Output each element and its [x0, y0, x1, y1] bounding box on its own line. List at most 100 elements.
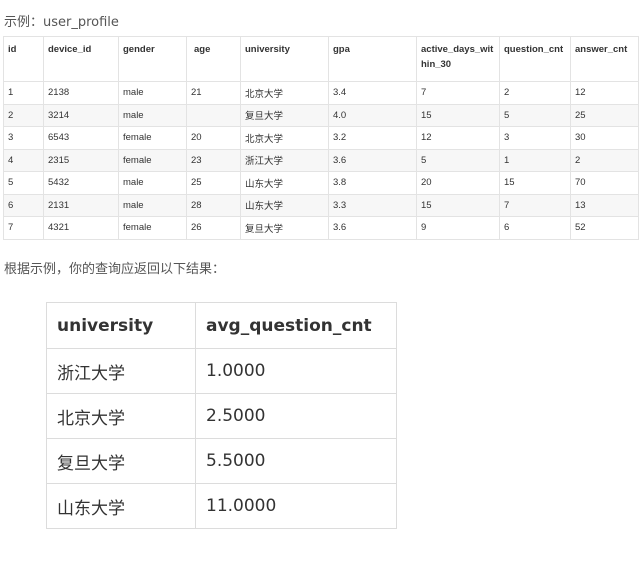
- cell-gpa: 3.6: [328, 216, 417, 240]
- table-row: 4 2315 female 23 浙江大学 3.6 5 1 2: [3, 148, 639, 172]
- cell-age: 20: [186, 126, 241, 150]
- cell-university: 浙江大学: [240, 148, 329, 172]
- cell-question-cnt: 7: [499, 193, 571, 217]
- cell-age: 25: [186, 171, 241, 195]
- header-question-cnt: question_cnt: [499, 36, 571, 82]
- cell-gpa: 3.6: [328, 148, 417, 172]
- cell-device-id: 2138: [43, 81, 119, 105]
- cell-active-days: 15: [416, 103, 500, 127]
- table-row: 1 2138 male 21 北京大学 3.4 7 2 12: [3, 81, 639, 105]
- example-table-header-row: id device_id gender age university gpa a…: [3, 36, 639, 82]
- cell-device-id: 5432: [43, 171, 119, 195]
- cell-active-days: 9: [416, 216, 500, 240]
- header-age: age: [186, 36, 241, 82]
- cell-university: 北京大学: [240, 126, 329, 150]
- cell-gender: female: [118, 126, 187, 150]
- cell-gpa: 3.3: [328, 193, 417, 217]
- cell-age: 23: [186, 148, 241, 172]
- cell-gender: male: [118, 81, 187, 105]
- result-row: 北京大学 2.5000: [46, 393, 397, 439]
- cell-active-days: 5: [416, 148, 500, 172]
- result-table-header-row: university avg_question_cnt: [46, 302, 397, 349]
- cell-answer-cnt: 52: [570, 216, 639, 240]
- cell-age: 26: [186, 216, 241, 240]
- result-row: 山东大学 11.0000: [46, 483, 397, 529]
- example-caption: 示例：user_profile: [4, 15, 119, 30]
- cell-question-cnt: 3: [499, 126, 571, 150]
- header-id: id: [3, 36, 44, 82]
- cell-gpa: 4.0: [328, 103, 417, 127]
- cell-active-days: 12: [416, 126, 500, 150]
- cell-answer-cnt: 2: [570, 148, 639, 172]
- cell-active-days: 20: [416, 171, 500, 195]
- table-row: 6 2131 male 28 山东大学 3.3 15 7 13: [3, 193, 639, 217]
- result-table: university avg_question_cnt 浙江大学 1.0000 北京…: [46, 302, 397, 529]
- cell-age: 28: [186, 193, 241, 217]
- table-row: 3 6543 female 20 北京大学 3.2 12 3 30: [3, 126, 639, 150]
- result-cell-university: 北京大学: [46, 393, 196, 439]
- cell-university: 复旦大学: [240, 216, 329, 240]
- cell-device-id: 4321: [43, 216, 119, 240]
- cell-gpa: 3.4: [328, 81, 417, 105]
- cell-gender: female: [118, 216, 187, 240]
- cell-answer-cnt: 12: [570, 81, 639, 105]
- cell-question-cnt: 1: [499, 148, 571, 172]
- cell-device-id: 2315: [43, 148, 119, 172]
- cell-device-id: 2131: [43, 193, 119, 217]
- cell-question-cnt: 5: [499, 103, 571, 127]
- result-cell-university: 浙江大学: [46, 348, 196, 394]
- cell-answer-cnt: 25: [570, 103, 639, 127]
- header-university: university: [240, 36, 329, 82]
- cell-gpa: 3.2: [328, 126, 417, 150]
- cell-id: 4: [3, 148, 44, 172]
- header-active-days-within-30: active_days_within_30: [416, 36, 500, 82]
- cell-question-cnt: 2: [499, 81, 571, 105]
- table-row: 2 3214 male 复旦大学 4.0 15 5 25: [3, 103, 639, 127]
- table-row: 7 4321 female 26 复旦大学 3.6 9 6 52: [3, 216, 639, 240]
- cell-id: 6: [3, 193, 44, 217]
- header-gender: gender: [118, 36, 187, 82]
- cell-gpa: 3.8: [328, 171, 417, 195]
- cell-id: 3: [3, 126, 44, 150]
- cell-id: 7: [3, 216, 44, 240]
- cell-answer-cnt: 70: [570, 171, 639, 195]
- result-header-avg-question-cnt: avg_question_cnt: [195, 302, 397, 349]
- cell-gender: male: [118, 103, 187, 127]
- cell-university: 复旦大学: [240, 103, 329, 127]
- cell-university: 山东大学: [240, 171, 329, 195]
- cell-device-id: 6543: [43, 126, 119, 150]
- cell-gender: female: [118, 148, 187, 172]
- cell-id: 2: [3, 103, 44, 127]
- cell-answer-cnt: 13: [570, 193, 639, 217]
- result-table-body: 浙江大学 1.0000 北京大学 2.5000 复旦大学 5.5000 山东大学 11.000…: [46, 348, 397, 529]
- result-cell-university: 复旦大学: [46, 438, 196, 484]
- result-cell-university: 山东大学: [46, 483, 196, 529]
- result-caption: 根据示例，你的查询应返回以下结果：: [4, 262, 226, 277]
- result-header-university: university: [46, 302, 196, 349]
- cell-active-days: 15: [416, 193, 500, 217]
- cell-id: 1: [3, 81, 44, 105]
- cell-question-cnt: 6: [499, 216, 571, 240]
- cell-university: 北京大学: [240, 81, 329, 105]
- result-cell-avg-question-cnt: 5.5000: [195, 438, 397, 484]
- result-row: 浙江大学 1.0000: [46, 348, 397, 394]
- cell-question-cnt: 15: [499, 171, 571, 195]
- result-row: 复旦大学 5.5000: [46, 438, 397, 484]
- cell-answer-cnt: 30: [570, 126, 639, 150]
- cell-age: [186, 103, 241, 127]
- cell-id: 5: [3, 171, 44, 195]
- result-cell-avg-question-cnt: 1.0000: [195, 348, 397, 394]
- example-table-body: 1 2138 male 21 北京大学 3.4 7 2 12 2 3214 male 复旦大学 4.0 15…: [3, 81, 639, 240]
- header-device-id: device_id: [43, 36, 119, 82]
- table-row: 5 5432 male 25 山东大学 3.8 20 15 70: [3, 171, 639, 195]
- cell-active-days: 7: [416, 81, 500, 105]
- header-gpa: gpa: [328, 36, 417, 82]
- cell-age: 21: [186, 81, 241, 105]
- result-cell-avg-question-cnt: 11.0000: [195, 483, 397, 529]
- result-cell-avg-question-cnt: 2.5000: [195, 393, 397, 439]
- cell-gender: male: [118, 171, 187, 195]
- header-answer-cnt: answer_cnt: [570, 36, 639, 82]
- cell-gender: male: [118, 193, 187, 217]
- example-table: id device_id gender age university gpa a…: [3, 36, 639, 240]
- cell-university: 山东大学: [240, 193, 329, 217]
